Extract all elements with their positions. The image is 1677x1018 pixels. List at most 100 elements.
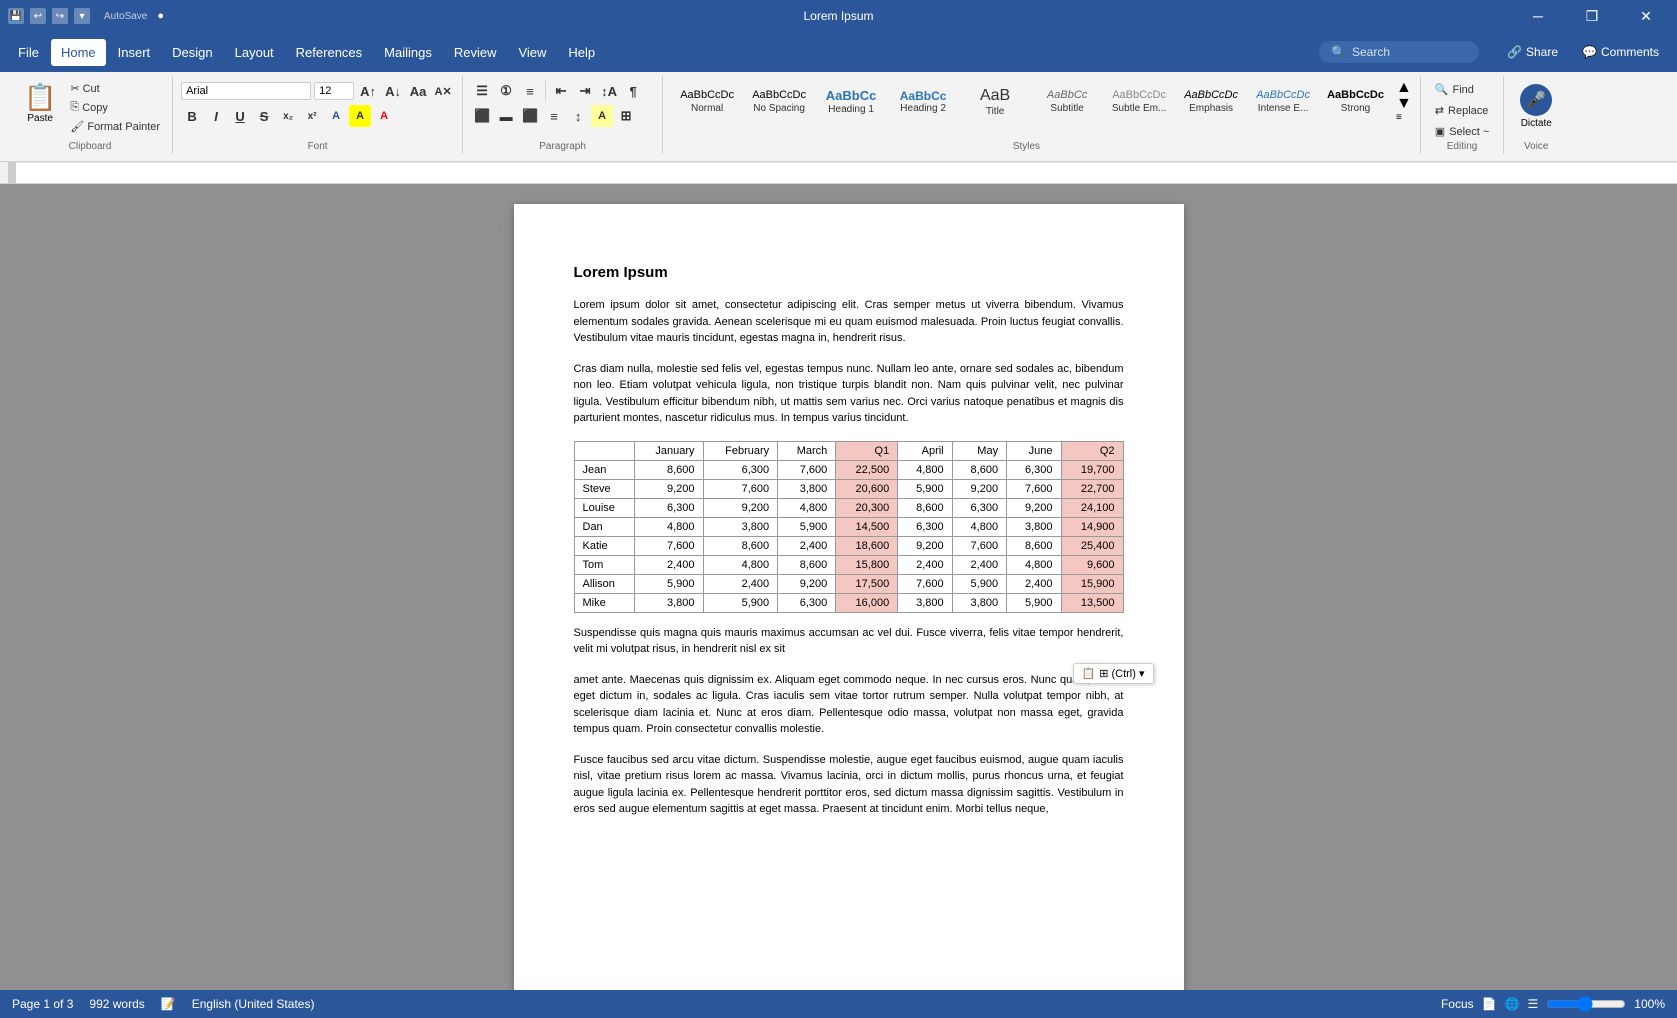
style-emphasis[interactable]: AaBbCcDc Emphasis: [1175, 86, 1247, 116]
paragraph-1[interactable]: Lorem ipsum dolor sit amet, consectetur …: [574, 297, 1124, 347]
share-button[interactable]: 🔗 Share: [1497, 41, 1568, 63]
strikethrough-button[interactable]: S: [253, 105, 275, 127]
copy-button[interactable]: ⎘ Copy: [66, 99, 164, 116]
menu-references[interactable]: References: [286, 39, 372, 66]
style-no-spacing[interactable]: AaBbCcDc No Spacing: [743, 86, 815, 116]
style-heading2[interactable]: AaBbCc Heading 2: [887, 86, 959, 117]
menu-insert[interactable]: Insert: [108, 39, 161, 66]
text-highlight-button[interactable]: A: [349, 105, 371, 127]
save-icon[interactable]: 💾: [8, 8, 24, 24]
subscript-button[interactable]: x₂: [277, 105, 299, 127]
superscript-button[interactable]: x²: [301, 105, 323, 127]
undo-icon[interactable]: ↩: [30, 8, 46, 24]
search-bar[interactable]: 🔍 Search: [1319, 41, 1479, 63]
data-table: January February March Q1 April May June…: [574, 441, 1124, 613]
replace-button[interactable]: ⇄ Replace: [1429, 101, 1495, 120]
border-button[interactable]: ⊞: [615, 105, 637, 127]
view-print-icon[interactable]: 📄: [1482, 997, 1497, 1011]
menu-review[interactable]: Review: [444, 39, 507, 66]
justify-button[interactable]: ≡: [543, 105, 565, 127]
styles-group: AaBbCcDc Normal AaBbCcDc No Spacing AaBb…: [663, 76, 1421, 154]
style-subtle-em[interactable]: AaBbCcDc Subtle Em...: [1103, 86, 1175, 116]
decrease-indent-button[interactable]: ⇤: [550, 80, 572, 102]
menu-home[interactable]: Home: [51, 39, 106, 66]
view-outline-icon[interactable]: ☰: [1528, 997, 1539, 1011]
select-button[interactable]: ▣ Select ~: [1429, 122, 1495, 141]
style-normal[interactable]: AaBbCcDc Normal: [671, 86, 743, 116]
style-intense-em[interactable]: AaBbCcDc Intense E...: [1247, 86, 1319, 116]
align-center-button[interactable]: ▬: [495, 105, 517, 127]
paragraph-4[interactable]: amet ante. Maecenas quis dignissim ex. A…: [574, 672, 1124, 738]
customize-icon[interactable]: ▾: [74, 8, 90, 24]
font-color-button[interactable]: A: [373, 105, 395, 127]
clipboard-group: 📋 Paste ✂ Cut ⎘ Copy 🖌 Format Painter: [8, 76, 173, 154]
sort-button[interactable]: ↕A: [598, 80, 620, 102]
cut-button[interactable]: ✂ Cut: [66, 80, 164, 97]
shading-button[interactable]: A: [591, 105, 613, 127]
cell-jan: 5,900: [634, 574, 703, 593]
menu-file[interactable]: File: [8, 39, 49, 66]
numbering-button[interactable]: ①: [495, 80, 517, 102]
font-size-select[interactable]: [314, 82, 354, 100]
close-button[interactable]: ✕: [1623, 0, 1669, 32]
format-painter-button[interactable]: 🖌 Format Painter: [66, 118, 164, 135]
menu-mailings[interactable]: Mailings: [374, 39, 442, 66]
font-name-select[interactable]: [181, 82, 311, 100]
paste-button[interactable]: 📋 Paste: [16, 80, 64, 135]
line-spacing-button[interactable]: ↕: [567, 105, 589, 127]
cell-jun: 6,300: [1007, 460, 1061, 479]
paste-icon: 📋: [24, 82, 56, 113]
change-case-button[interactable]: Aa: [407, 80, 429, 102]
paragraph-2[interactable]: Cras diam nulla, molestie sed felis vel,…: [574, 361, 1124, 427]
align-right-button[interactable]: ⬛: [519, 105, 541, 127]
ctrl-popup[interactable]: 📋 ⊞ (Ctrl) ▾: [1073, 663, 1154, 684]
style-strong[interactable]: AaBbCcDc Strong: [1319, 86, 1392, 116]
document-area[interactable]: L Lorem Ipsum Lorem ipsum dolor sit amet…: [0, 184, 1677, 990]
zoom-slider[interactable]: [1546, 996, 1626, 1012]
cell-jan: 4,800: [634, 517, 703, 536]
ribbon: 📋 Paste ✂ Cut ⎘ Copy 🖌 Format Painter: [0, 72, 1677, 162]
autosave-toggle[interactable]: ●: [157, 10, 164, 22]
paragraph-5[interactable]: Fusce faucibus sed arcu vitae dictum. Su…: [574, 752, 1124, 818]
minimize-button[interactable]: ─: [1515, 0, 1561, 32]
multilevel-button[interactable]: ≡: [519, 80, 541, 102]
bold-button[interactable]: B: [181, 105, 203, 127]
underline-button[interactable]: U: [229, 105, 251, 127]
clear-format-button[interactable]: A✕: [432, 80, 454, 102]
increase-indent-button[interactable]: ⇥: [574, 80, 596, 102]
styles-scroll-down[interactable]: ▼: [1396, 96, 1412, 112]
cell-apr: 2,400: [898, 555, 952, 574]
find-button[interactable]: 🔍 Find: [1429, 80, 1495, 99]
restore-button[interactable]: ❐: [1569, 0, 1615, 32]
menu-layout[interactable]: Layout: [225, 39, 284, 66]
italic-button[interactable]: I: [205, 105, 227, 127]
styles-expand[interactable]: ≡: [1396, 112, 1412, 123]
bullets-button[interactable]: ☰: [471, 80, 493, 102]
text-effects-button[interactable]: A: [325, 105, 347, 127]
styles-scroll-up[interactable]: ▲: [1396, 80, 1412, 96]
style-title[interactable]: AaB Title: [959, 83, 1031, 119]
style-heading1[interactable]: AaBbCc Heading 1: [815, 85, 887, 118]
focus-label[interactable]: Focus: [1441, 997, 1474, 1011]
style-subtitle[interactable]: AaBbCc Subtitle: [1031, 86, 1103, 116]
increase-font-button[interactable]: A↑: [357, 80, 379, 102]
ruler-marks: [16, 162, 1677, 184]
align-left-button[interactable]: ⬛: [471, 105, 493, 127]
menu-help[interactable]: Help: [558, 39, 605, 66]
paragraph-3[interactable]: Suspendisse quis magna quis mauris maxim…: [574, 625, 1124, 658]
cell-name: Allison: [574, 574, 634, 593]
redo-icon[interactable]: ↪: [52, 8, 68, 24]
cell-name: Mike: [574, 593, 634, 612]
show-marks-button[interactable]: ¶: [622, 80, 644, 102]
cell-q1: 20,300: [836, 498, 898, 517]
menu-view[interactable]: View: [508, 39, 556, 66]
comments-button[interactable]: 💬 Comments: [1572, 41, 1669, 63]
ctrl-popup-label: ⊞ (Ctrl) ▾: [1099, 667, 1144, 680]
cell-q2: 15,900: [1061, 574, 1123, 593]
menu-design[interactable]: Design: [162, 39, 222, 66]
cell-q1: 22,500: [836, 460, 898, 479]
document-page[interactable]: Lorem Ipsum Lorem ipsum dolor sit amet, …: [514, 204, 1184, 990]
decrease-font-button[interactable]: A↓: [382, 80, 404, 102]
view-web-icon[interactable]: 🌐: [1505, 997, 1520, 1011]
dictate-button[interactable]: 🎤 Dictate: [1520, 84, 1552, 129]
